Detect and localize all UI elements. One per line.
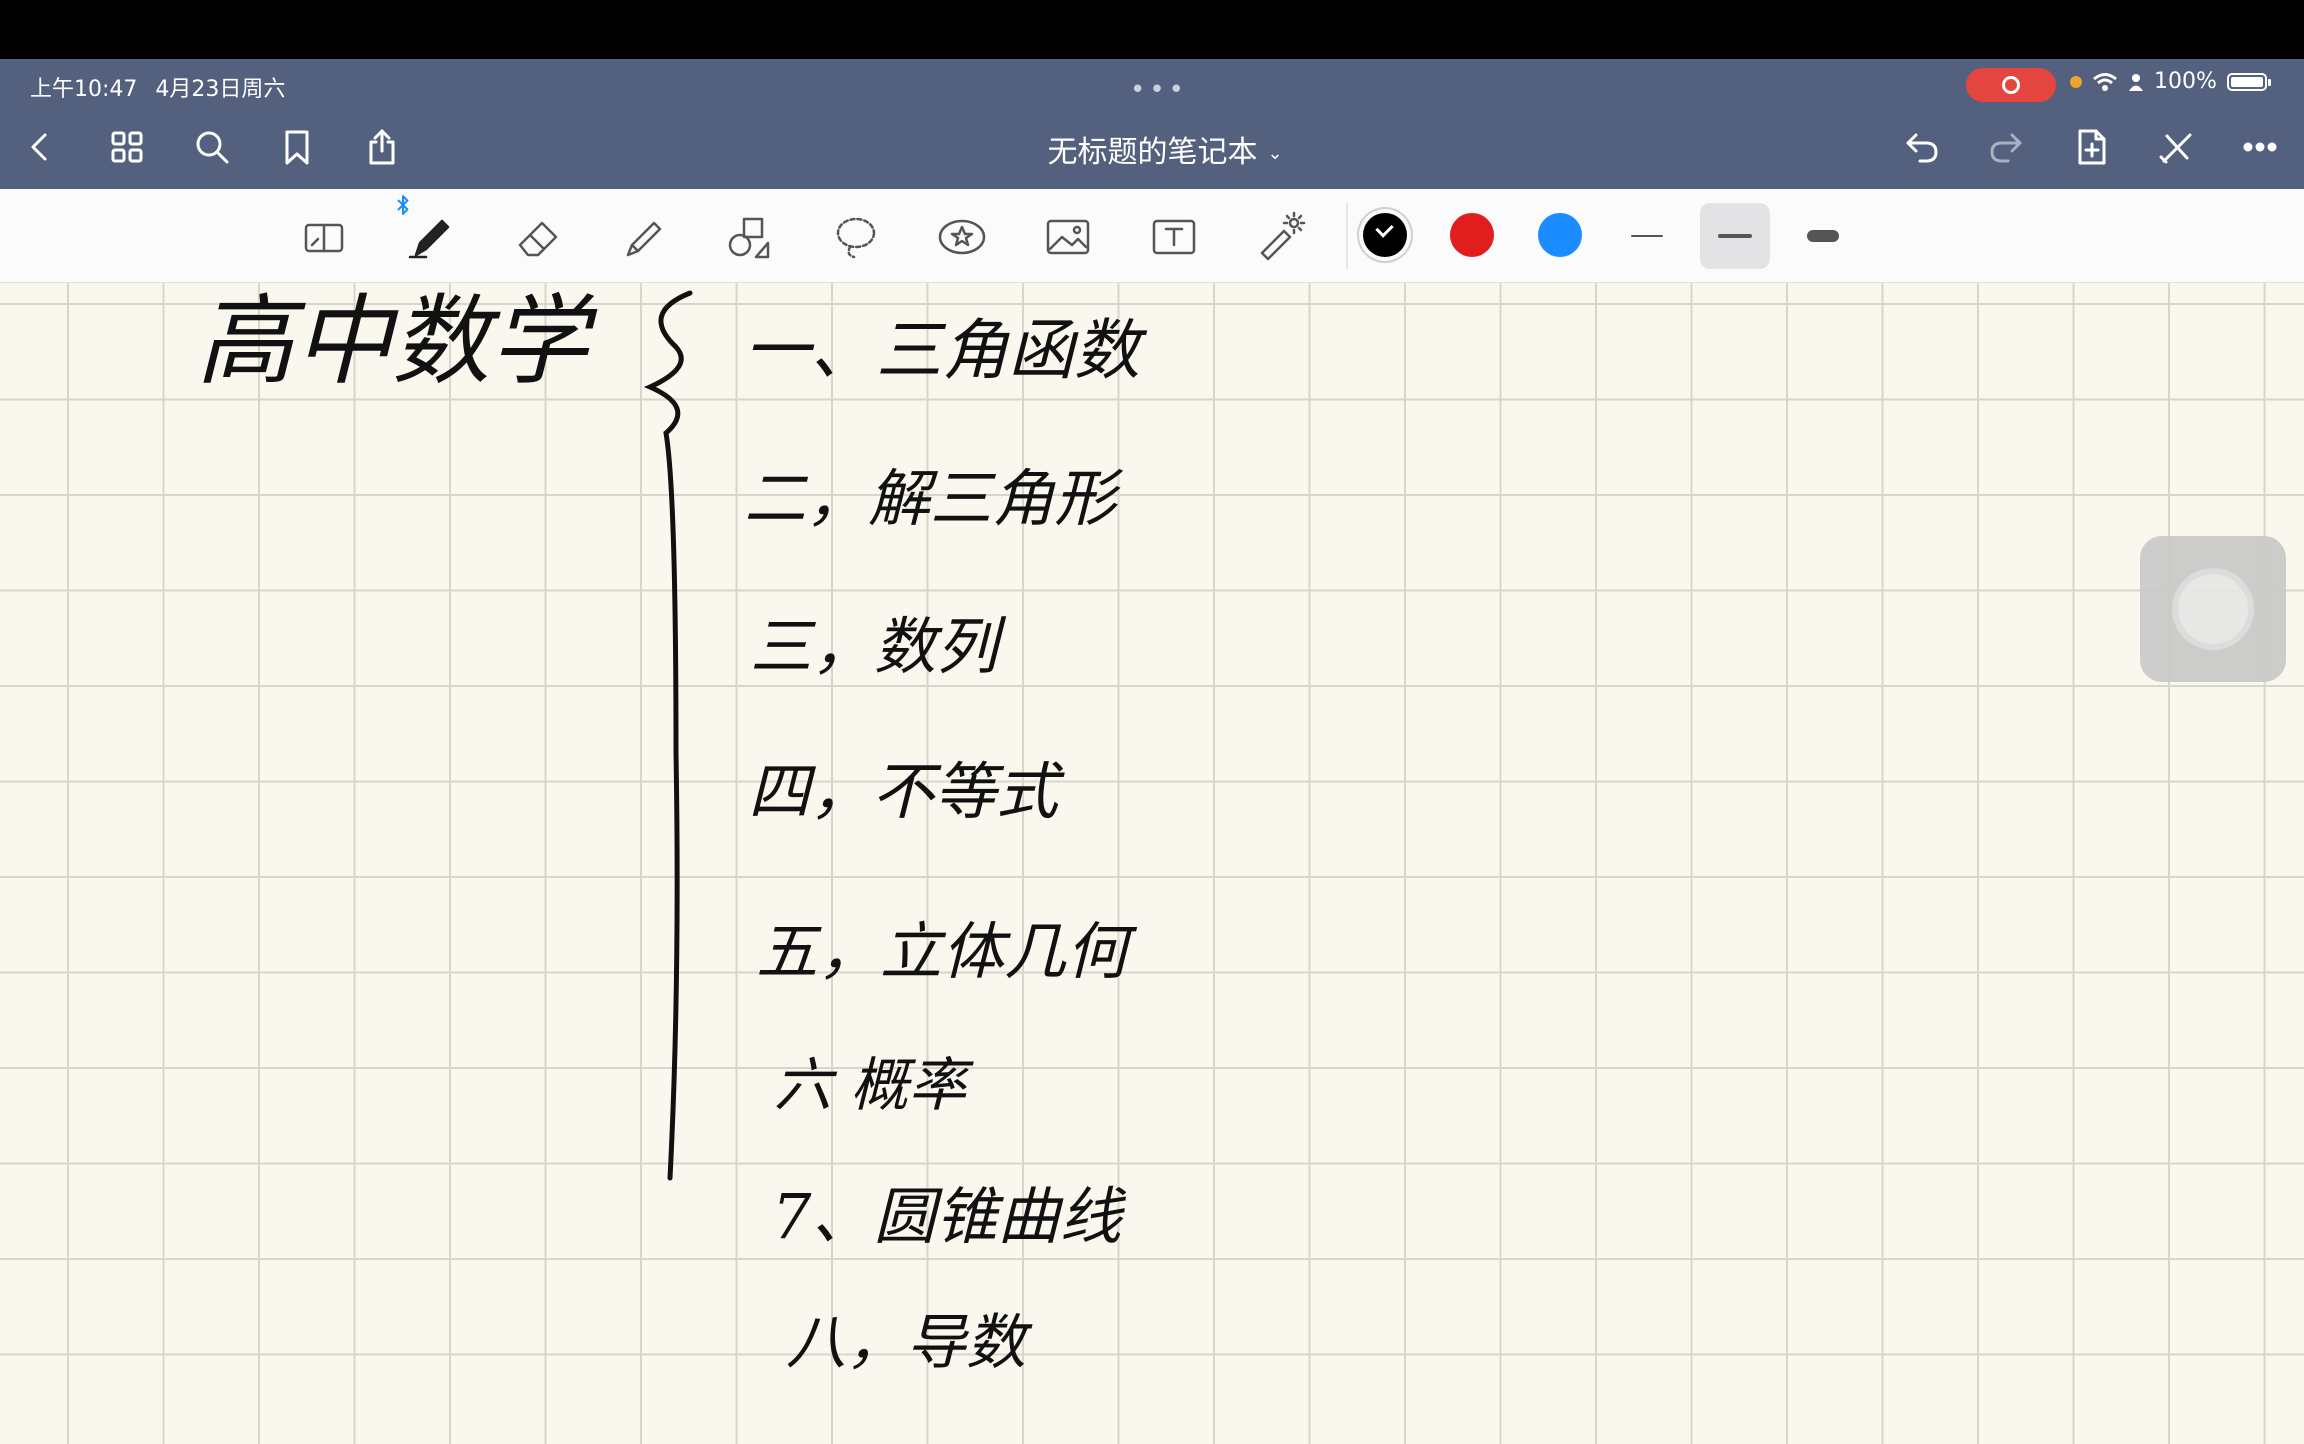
multitasking-handle[interactable]: ••• xyxy=(1130,77,1188,103)
image-icon xyxy=(1046,219,1090,255)
bookmark-icon xyxy=(285,130,309,165)
add-page-button[interactable] xyxy=(2068,123,2116,171)
image-tool[interactable] xyxy=(1036,205,1100,269)
checkmark-icon xyxy=(1375,219,1394,238)
status-date: 4月23日周六 xyxy=(155,77,286,102)
notebook-title-button[interactable]: 无标题的笔记本 ⌄ xyxy=(1000,127,1330,171)
laser-pointer-tool[interactable] xyxy=(1248,205,1312,269)
status-bar-indicators: 100% xyxy=(2070,69,2271,94)
battery-percentage: 100% xyxy=(2154,69,2217,94)
stroke-width-medium[interactable] xyxy=(1700,203,1770,269)
brace-stroke xyxy=(643,290,693,1181)
assistive-touch-button[interactable] xyxy=(2140,536,2286,682)
highlighter-tool[interactable] xyxy=(612,205,676,269)
back-chevron-icon xyxy=(31,133,47,161)
outline-item: 7、圆锥曲线 xyxy=(772,1180,1126,1253)
close-icon xyxy=(2159,133,2192,164)
app-header: 上午10:47 4月23日周六 ••• 100% 无标题的笔记本 ⌄ xyxy=(0,59,2304,189)
toolbar-divider xyxy=(1346,203,1348,269)
lasso-icon xyxy=(836,217,876,259)
status-time: 上午10:47 xyxy=(30,77,138,102)
chevron-down-icon: ⌄ xyxy=(1267,143,1283,164)
battery-icon xyxy=(2226,72,2271,91)
share-button[interactable] xyxy=(358,123,406,171)
screen-recording-indicator[interactable] xyxy=(1966,68,2056,102)
bluetooth-icon xyxy=(397,195,409,215)
shapes-tool[interactable] xyxy=(718,205,782,269)
redo-button[interactable] xyxy=(1982,123,2030,171)
sticker-tool[interactable] xyxy=(930,205,994,269)
highlighter-icon xyxy=(626,221,662,257)
color-swatch-red[interactable] xyxy=(1450,213,1494,257)
eraser-icon xyxy=(518,221,558,257)
handwriting-layer: 高中数学 一、三角函数 二，解三角形 三，数列 四，不等式 五，立体几何 六 概… xyxy=(196,285,1148,1378)
text-icon xyxy=(1152,219,1196,255)
undo-button[interactable] xyxy=(1898,123,1946,171)
color-swatch-blue[interactable] xyxy=(1538,213,1582,257)
add-page-icon xyxy=(2078,129,2106,165)
lasso-tool[interactable] xyxy=(824,205,888,269)
all-pages-button[interactable] xyxy=(103,123,151,171)
redo-icon xyxy=(1990,133,2022,163)
note-title: 高中数学 xyxy=(196,285,598,399)
undo-icon xyxy=(1906,133,1938,163)
outline-item: 四，不等式 xyxy=(748,755,1065,828)
laser-pointer-icon xyxy=(1260,211,1306,261)
sticker-icon xyxy=(938,219,986,255)
outline-item: 五，立体几何 xyxy=(756,915,1138,988)
share-icon xyxy=(369,129,395,165)
screen-top-bezel xyxy=(0,0,2304,59)
status-bar-time: 上午10:47 4月23日周六 xyxy=(30,71,303,103)
mic-in-use-dot xyxy=(2070,75,2082,88)
bookmark-button[interactable] xyxy=(273,123,321,171)
drawing-toolbar xyxy=(0,189,2304,283)
reading-mode-icon xyxy=(304,223,344,253)
search-button[interactable] xyxy=(188,123,236,171)
close-editing-button[interactable] xyxy=(2152,123,2200,171)
outline-item: 二，解三角形 xyxy=(744,462,1124,535)
pen-icon xyxy=(408,219,450,259)
shapes-icon xyxy=(728,217,770,259)
outline-item: 三，数列 xyxy=(750,610,1007,683)
pen-tool[interactable] xyxy=(397,195,462,269)
reading-mode-tool[interactable] xyxy=(292,205,356,269)
eraser-tool[interactable] xyxy=(506,205,570,269)
text-tool[interactable] xyxy=(1142,205,1206,269)
back-button[interactable] xyxy=(16,123,64,171)
outline-item: 八，导数 xyxy=(786,1308,1033,1378)
person-icon xyxy=(2129,73,2143,91)
outline-item: 六 概率 xyxy=(774,1051,974,1119)
note-canvas[interactable]: 高中数学 一、三角函数 二，解三角形 三，数列 四，不等式 五，立体几何 六 概… xyxy=(0,283,2304,1444)
more-icon xyxy=(2243,142,2277,152)
wifi-icon xyxy=(2093,72,2117,91)
grid-icon xyxy=(111,131,143,163)
stroke-width-thick[interactable] xyxy=(1788,203,1858,269)
more-button[interactable] xyxy=(2236,123,2284,171)
stroke-width-thin[interactable] xyxy=(1612,203,1682,269)
color-swatch-black[interactable] xyxy=(1363,213,1407,257)
search-icon xyxy=(196,131,229,164)
notebook-title: 无标题的笔记本 xyxy=(1047,135,1258,170)
outline-item: 一、三角函数 xyxy=(744,312,1148,389)
